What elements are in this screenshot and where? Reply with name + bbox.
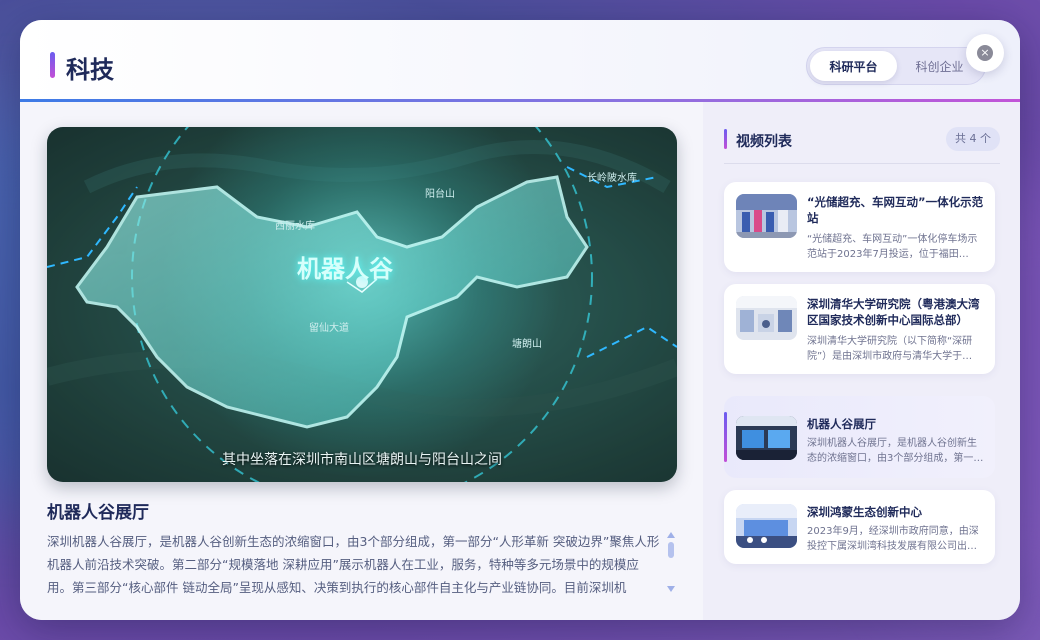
video-list-item[interactable]: “光储超充、车网互动”一体化示范站 “光储超充、车网互动”一体化停车场示范站于2… [724, 182, 995, 272]
description-scrollbar[interactable] [665, 532, 677, 594]
video-item-title: “光储超充、车网互动”一体化示范站 [807, 195, 984, 225]
modal-header: 科技 科研平台 科创企业 × [20, 20, 1020, 102]
video-subtitle: 其中坐落在深圳市南山区塘朗山与阳台山之间 [222, 452, 502, 468]
exhibition-hall-thumbnail [736, 416, 797, 460]
video-player[interactable]: 机器人谷 西丽水库 留仙大道 塘朗山 阳台山 长岭陂水库 其中坐落在深圳市南山区… [47, 127, 677, 482]
video-item-title: 机器人谷展厅 [807, 417, 876, 431]
list-accent-bar [724, 129, 727, 149]
video-list-item[interactable]: 深圳鸿蒙生态创新中心 2023年9月，经深圳市政府同意，由深投控下属深圳湾科技发… [724, 490, 995, 564]
video-item-description: “光储超充、车网互动”一体化停车场示范站于2023年7月投运，位于福田… [807, 234, 978, 260]
tech-modal: 科技 科研平台 科创企业 × 机器人谷 西丽水库 留仙大道 塘朗山 阳台山 长岭… [20, 20, 1020, 620]
map-region-title: 机器人谷 [297, 255, 393, 283]
modal-title: 科技 [66, 56, 114, 84]
close-icon: × [977, 45, 993, 61]
close-button[interactable]: × [966, 34, 1004, 72]
video-list-item-active[interactable]: 机器人谷展厅 深圳机器人谷展厅，是机器人谷创新生态的浓缩窗口，由3个部分组成，第… [724, 396, 995, 478]
map-label: 长岭陂水库 [587, 173, 637, 184]
ev-charging-station-thumbnail [736, 194, 797, 238]
detail-title: 机器人谷展厅 [47, 503, 149, 523]
title-accent-bar [50, 52, 55, 78]
video-item-title: 深圳鸿蒙生态创新中心 [807, 505, 922, 519]
map-label: 阳台山 [425, 189, 455, 200]
scroll-thumb[interactable] [668, 542, 674, 558]
video-item-description: 2023年9月，经深圳市政府同意，由深投控下属深圳湾科技发展有限公司出… [807, 526, 979, 552]
video-item-description: 深圳清华大学研究院（以下简称“深研院”）是由深圳市政府与清华大学于… [807, 336, 973, 362]
innovation-center-thumbnail [736, 504, 797, 548]
video-item-description: 深圳机器人谷展厅，是机器人谷创新生态的浓缩窗口，由3个部分组成，第一… [807, 438, 984, 464]
video-count-badge: 共 4 个 [946, 127, 1000, 151]
video-detail-panel: 机器人谷 西丽水库 留仙大道 塘朗山 阳台山 长岭陂水库 其中坐落在深圳市南山区… [20, 102, 703, 620]
research-lab-thumbnail [736, 296, 797, 340]
active-indicator [724, 412, 727, 462]
map-label: 西丽水库 [275, 221, 315, 232]
detail-description: 深圳机器人谷展厅，是机器人谷创新生态的浓缩窗口，由3个部分组成，第一部分“人形革… [47, 534, 660, 595]
divider [724, 163, 1000, 164]
video-list-item[interactable]: 深圳清华大学研究院（粤港澳大湾区国家技术创新中心国际总部） 深圳清华大学研究院（… [724, 284, 995, 374]
map-aerial-graphic [47, 127, 677, 482]
category-tabs: 科研平台 科创企业 [806, 47, 986, 85]
scroll-down-icon[interactable] [667, 586, 675, 592]
video-item-title: 深圳清华大学研究院（粤港澳大湾区国家技术创新中心国际总部） [807, 297, 980, 327]
video-list-title: 视频列表 [736, 134, 792, 150]
video-list-panel: 视频列表 共 4 个 “光储超充、车网互动”一体化示范站 “光储超充、车网互动”… [703, 102, 1020, 620]
map-label: 塘朗山 [512, 339, 542, 350]
map-label: 留仙大道 [309, 323, 349, 334]
scroll-up-icon[interactable] [667, 532, 675, 538]
tab-research-platform[interactable]: 科研平台 [810, 51, 897, 81]
